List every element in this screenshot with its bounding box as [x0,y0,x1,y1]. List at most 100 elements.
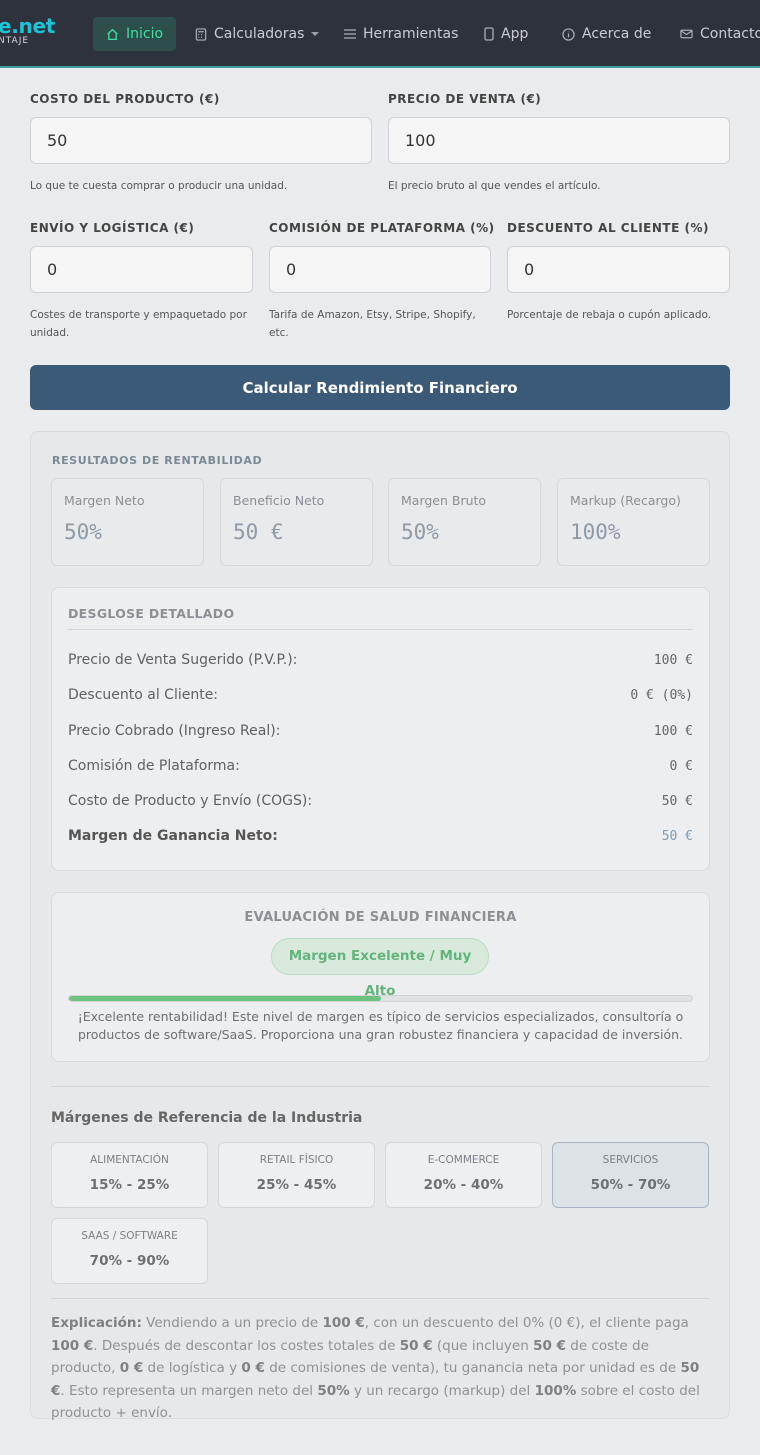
breakdown-row-label: Precio Cobrado (Ingreso Real): [68,723,281,739]
breakdown-row-value: 0 € (0%) [630,688,693,703]
commission-label: Comisión de plataforma (%) [269,221,495,235]
divider [68,629,693,630]
breakdown-row-value: 0 € [669,759,693,774]
nav-item-herramientas[interactable]: Herramientas [344,17,458,51]
nav-item-label: Acerca de [582,26,652,42]
reference-range: 25% - 45% [256,1177,337,1193]
nav-item-contacto[interactable]: Contacto [680,17,760,51]
breakdown-row-value: 50 € [661,794,693,809]
mail-icon [680,29,693,39]
phone-icon [484,27,494,41]
health-description: ¡Excelente rentabilidad! Este nivel de m… [77,1009,684,1042]
nav-item-app[interactable]: App [484,17,528,51]
health-progress-bar [68,995,693,1002]
explanation-fragment: (que incluyen [432,1337,534,1354]
explanation-fragment: . Después de descontar los costes totale… [93,1337,400,1354]
brand-logo[interactable]: e.net NTAJE [0,15,55,46]
explanation-value: 50 € [533,1337,566,1354]
reference-name: SaaS / Software [81,1230,178,1242]
commission-hint: Tarifa de Amazon, Etsy, Stripe, Shopify,… [269,309,476,339]
breakdown-title: DESGLOSE DETALLADO [68,606,235,621]
reference-name: Alimentación [90,1154,169,1166]
price-input[interactable] [388,117,730,164]
health-title: EVALUACIÓN DE SALUD FINANCIERA [244,910,517,925]
breakdown-row-label: Descuento al Cliente: [68,687,219,703]
calculate-button[interactable]: Calcular Rendimiento Financiero [30,365,730,410]
breakdown-row-value: 100 € [653,724,693,739]
cost-label: Costo del producto (€) [30,92,220,106]
explanation-lead: Explicación: [51,1315,142,1331]
chevron-down-icon [311,32,320,36]
nav-item-acerca[interactable]: Acerca de [562,17,651,51]
explanation-value: 100% [534,1382,577,1399]
reference-card: E-commerce 20% - 40% [385,1142,542,1208]
explanation-fragment: Vendiendo a un precio de [141,1315,323,1331]
reference-card-highlighted: Servicios 50% - 70% [552,1142,709,1208]
breakdown-row-label: Comisión de Plataforma: [68,758,240,774]
kpi-label: Beneficio Neto [233,493,325,508]
breakdown-row-label: Precio de Venta Sugerido (P.V.P.): [68,652,298,668]
list-icon [344,29,356,39]
nav-item-label: Contacto [700,26,760,42]
explanation-value: 100 € [51,1337,94,1354]
brand-name: e.net [0,14,56,38]
breakdown-row-value: 100 € [653,653,693,668]
shipping-input[interactable] [30,246,253,293]
reference-name: E-commerce [427,1154,500,1166]
kpi-value: 100% [570,520,621,544]
health-progress-fill [69,996,381,1001]
nav-item-label: Herramientas [363,26,459,42]
discount-input[interactable] [507,246,730,293]
nav-item-label: App [501,26,529,42]
reference-card: SaaS / Software 70% - 90% [51,1218,208,1284]
info-icon [562,27,575,41]
health-box: EVALUACIÓN DE SALUD FINANCIERA Margen Ex… [51,892,710,1062]
price-label: Precio de venta (€) [388,92,542,106]
discount-hint: Porcentaje de rebaja o cupón aplicado. [507,309,712,321]
results-panel: RESULTADOS DE RENTABILIDAD Margen Neto 5… [30,431,730,1421]
explanation-value: 0 € [241,1360,265,1376]
reference-range: 15% - 25% [89,1177,170,1193]
reference-card: Retail Físico 25% - 45% [218,1142,375,1208]
kpi-beneficio-neto: Beneficio Neto 50 € [220,478,373,566]
explanation-value: 50 € [399,1337,433,1354]
cost-hint: Lo que te cuesta comprar o producir una … [30,180,288,192]
nav-item-calculadoras[interactable]: Calculadoras [195,17,320,51]
reference-range: 50% - 70% [590,1177,671,1193]
explanation-fragment: de comisiones de venta), tu ganancia net… [264,1360,681,1376]
kpi-label: Margen Bruto [401,493,487,508]
reference-name: Retail Físico [259,1154,334,1166]
explanation-value: 0 € [119,1360,144,1376]
calculator-icon [195,27,207,41]
kpi-margen-bruto: Margen Bruto 50% [388,478,541,566]
explanation-fragment: , con un descuento del 0% (0 €), el clie… [364,1315,689,1331]
kpi-value: 50% [401,520,439,544]
kpi-label: Markup (Recargo) [570,493,681,508]
nav-item-inicio[interactable]: Inicio [93,17,177,51]
cost-input[interactable] [30,117,372,164]
kpi-label: Margen Neto [64,493,145,508]
shipping-hint: Costes de transporte y empaquetado por u… [30,309,247,339]
results-title: RESULTADOS DE RENTABILIDAD [52,454,263,467]
reference-name: Servicios [602,1154,659,1166]
reference-range: 20% - 40% [423,1177,504,1193]
explanation-fragment: de logística y [143,1360,242,1376]
breakdown-box: DESGLOSE DETALLADO Precio de Venta Suger… [51,587,710,871]
kpi-markup: Markup (Recargo) 100% [557,478,710,566]
kpi-margen-neto: Margen Neto 50% [51,478,204,566]
nav-item-label: Calculadoras [214,26,305,42]
explanation-value: 50% [317,1382,350,1399]
reference-card: Alimentación 15% - 25% [51,1142,208,1208]
price-hint: El precio bruto al que vendes el artícul… [388,180,601,192]
references-title: Márgenes de Referencia de la Industria [51,1110,363,1126]
home-icon [107,28,118,40]
reference-range: 70% - 90% [89,1253,170,1269]
explanation-fragment: . Esto representa un margen neto del [60,1382,318,1399]
breakdown-row-label: Margen de Ganancia Neto: [68,828,278,844]
breakdown-row-label: Costo de Producto y Envío (COGS): [68,793,313,809]
explanation-value: 100 € [322,1315,365,1331]
explanation-text: Explicación: Vendiendo a un precio de 10… [51,1312,711,1425]
commission-input[interactable] [269,246,491,293]
divider [51,1298,710,1299]
status-badge: Margen Excelente / Muy Alto [271,938,489,999]
